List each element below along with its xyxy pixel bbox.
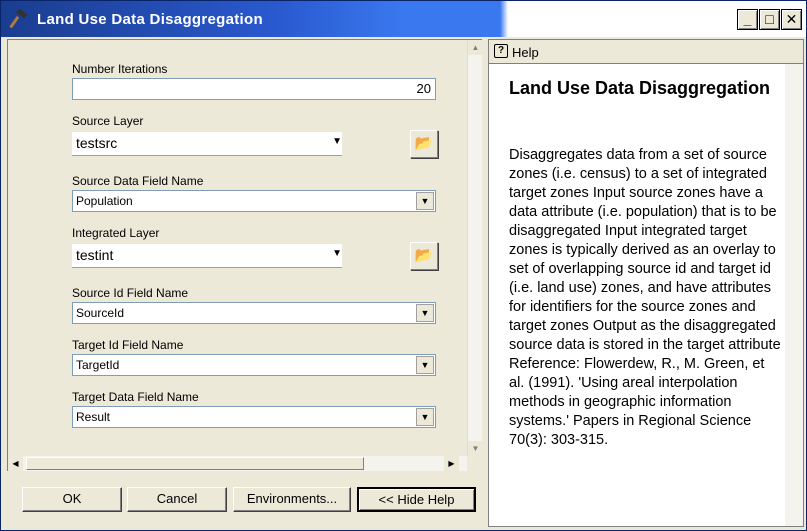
minimize-button[interactable]: _: [737, 9, 758, 30]
source-layer-value: testsrc: [76, 135, 118, 151]
iterations-label: Number Iterations: [72, 62, 168, 76]
chevron-down-icon[interactable]: ▼: [416, 304, 434, 322]
source-data-field-select[interactable]: Population ▼: [72, 190, 436, 212]
source-id-field-select[interactable]: SourceId ▼: [72, 302, 436, 324]
close-button[interactable]: ✕: [781, 9, 802, 30]
scroll-down-button[interactable]: ▼: [468, 441, 483, 456]
source-layer-browse-button[interactable]: 📂: [410, 130, 438, 158]
source-id-field-label: Source Id Field Name: [72, 286, 189, 300]
environments-button[interactable]: Environments...: [233, 487, 351, 512]
parameters-pane: Number Iterations 20 Source Layer testsr…: [7, 39, 483, 471]
help-page-icon: ?: [494, 44, 508, 58]
open-folder-icon: 📂: [414, 135, 434, 152]
hide-help-button[interactable]: << Hide Help: [357, 487, 476, 512]
target-id-field-value: TargetId: [76, 358, 120, 372]
source-id-field-value: SourceId: [76, 306, 125, 320]
title-bar[interactable]: Land Use Data Disaggregation _ □ ✕: [1, 1, 806, 37]
scroll-thumb[interactable]: [26, 457, 364, 470]
chevron-down-icon[interactable]: ▼: [416, 192, 434, 210]
integrated-layer-value: testint: [76, 247, 114, 263]
open-folder-icon: 📂: [414, 247, 434, 264]
cancel-button[interactable]: Cancel: [127, 487, 227, 512]
source-layer-label: Source Layer: [72, 114, 144, 128]
window-title: Land Use Data Disaggregation: [37, 11, 263, 28]
help-tab-label: Help: [512, 45, 539, 60]
source-data-field-value: Population: [76, 194, 133, 208]
integrated-layer-label: Integrated Layer: [72, 226, 160, 240]
horizontal-scrollbar[interactable]: ◀ ▶: [8, 456, 467, 471]
chevron-down-icon[interactable]: ▼: [332, 248, 342, 259]
source-data-field-label: Source Data Field Name: [72, 174, 204, 188]
integrated-layer-browse-button[interactable]: 📂: [410, 242, 438, 270]
target-data-field-value: Result: [76, 410, 111, 424]
tool-dialog: Land Use Data Disaggregation _ □ ✕ Numbe…: [0, 0, 807, 531]
help-vertical-scrollbar[interactable]: [785, 64, 803, 526]
source-layer-combo[interactable]: testsrc ▼: [72, 132, 342, 156]
target-id-field-label: Target Id Field Name: [72, 338, 184, 352]
vertical-scrollbar[interactable]: ▲ ▼: [467, 40, 483, 456]
help-body: Disaggregates data from a set of source …: [509, 147, 781, 448]
chevron-down-icon[interactable]: ▼: [416, 408, 434, 426]
scroll-left-button[interactable]: ◀: [8, 456, 23, 471]
chevron-down-icon[interactable]: ▼: [332, 136, 342, 147]
help-pane: ? Help Land Use Data Disaggregation Disa…: [488, 39, 804, 527]
target-data-field-label: Target Data Field Name: [72, 390, 199, 404]
target-data-field-select[interactable]: Result ▼: [72, 406, 436, 428]
scroll-right-button[interactable]: ▶: [444, 456, 459, 471]
hammer-icon: [9, 9, 28, 29]
ok-button[interactable]: OK: [22, 487, 122, 512]
integrated-layer-combo[interactable]: testint ▼: [72, 244, 342, 268]
target-id-field-select[interactable]: TargetId ▼: [72, 354, 436, 376]
scroll-up-button[interactable]: ▲: [468, 40, 483, 55]
help-header: ? Help: [489, 40, 803, 64]
iterations-input[interactable]: 20: [72, 78, 436, 100]
help-title: Land Use Data Disaggregation: [509, 78, 771, 98]
chevron-down-icon[interactable]: ▼: [416, 356, 434, 374]
maximize-button[interactable]: □: [759, 9, 780, 30]
